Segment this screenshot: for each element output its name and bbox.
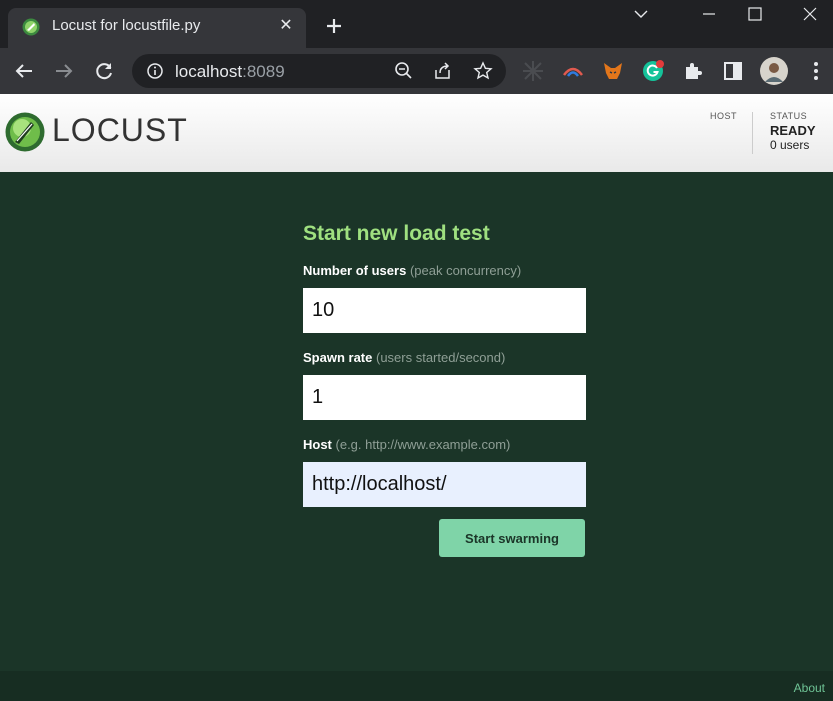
start-test-form: Start new load test Number of users (pea…: [303, 222, 586, 523]
minimize-icon[interactable]: [686, 0, 732, 30]
user-count: 0 users: [770, 138, 810, 152]
bookmark-star-icon[interactable]: [473, 61, 493, 81]
spawn-rate-input[interactable]: [303, 375, 586, 420]
header-divider: [752, 112, 753, 154]
host-info: HOST: [710, 111, 737, 121]
tab-title: Locust for locustfile.py: [52, 17, 201, 34]
status-value: READY: [770, 123, 816, 138]
footer: About: [0, 671, 833, 701]
app-header: LOCUST HOST STATUS READY 0 users: [0, 94, 833, 172]
close-window-icon[interactable]: [787, 0, 833, 30]
about-link[interactable]: About: [794, 681, 825, 695]
users-field-group: Number of users (peak concurrency): [303, 262, 586, 333]
host-field-group: Host (e.g. http://www.example.com): [303, 436, 586, 507]
extension-dark-icon[interactable]: [521, 59, 545, 83]
status-label: STATUS: [770, 111, 808, 121]
address-bar[interactable]: localhost:8089: [132, 54, 506, 88]
spawn-rate-label: Spawn rate (users started/second): [303, 350, 506, 365]
maximize-icon[interactable]: [732, 0, 778, 30]
side-panel-icon[interactable]: [721, 59, 745, 83]
users-label: Number of users (peak concurrency): [303, 263, 522, 278]
zoom-out-icon[interactable]: [394, 61, 414, 81]
tab-search-chevron-icon[interactable]: [618, 0, 664, 30]
browser-toolbar: localhost:8089: [0, 48, 833, 94]
grammarly-icon[interactable]: [641, 59, 665, 83]
status-info: STATUS READY 0 users: [770, 111, 816, 152]
form-title: Start new load test: [303, 222, 490, 245]
forward-icon[interactable]: [52, 59, 76, 83]
host-label: HOST: [710, 111, 738, 121]
locust-logo-icon[interactable]: [5, 112, 45, 152]
back-icon[interactable]: [12, 59, 36, 83]
browser-menu-icon[interactable]: [804, 59, 828, 83]
host-label: Host (e.g. http://www.example.com): [303, 437, 511, 452]
site-info-icon[interactable]: [146, 62, 164, 80]
new-tab-icon[interactable]: [322, 14, 346, 38]
tab-close-icon[interactable]: ✕: [276, 16, 296, 36]
metamask-fox-icon[interactable]: [601, 59, 625, 83]
share-icon[interactable]: [433, 61, 453, 81]
extensions-puzzle-icon[interactable]: [681, 59, 705, 83]
logo-text[interactable]: LOCUST: [52, 112, 188, 149]
spawn-rate-field-group: Spawn rate (users started/second): [303, 349, 586, 420]
reload-icon[interactable]: [92, 59, 116, 83]
host-input[interactable]: [303, 462, 586, 507]
profile-avatar[interactable]: [760, 57, 788, 85]
locust-favicon-icon: [22, 18, 40, 36]
users-input[interactable]: [303, 288, 586, 333]
start-swarming-button[interactable]: Start swarming: [439, 519, 585, 557]
url-text[interactable]: localhost:8089: [175, 62, 285, 82]
browser-tab[interactable]: Locust for locustfile.py ✕: [8, 8, 306, 48]
browser-titlebar: Locust for locustfile.py ✕: [0, 0, 833, 48]
extension-rainbow-icon[interactable]: [561, 59, 585, 83]
